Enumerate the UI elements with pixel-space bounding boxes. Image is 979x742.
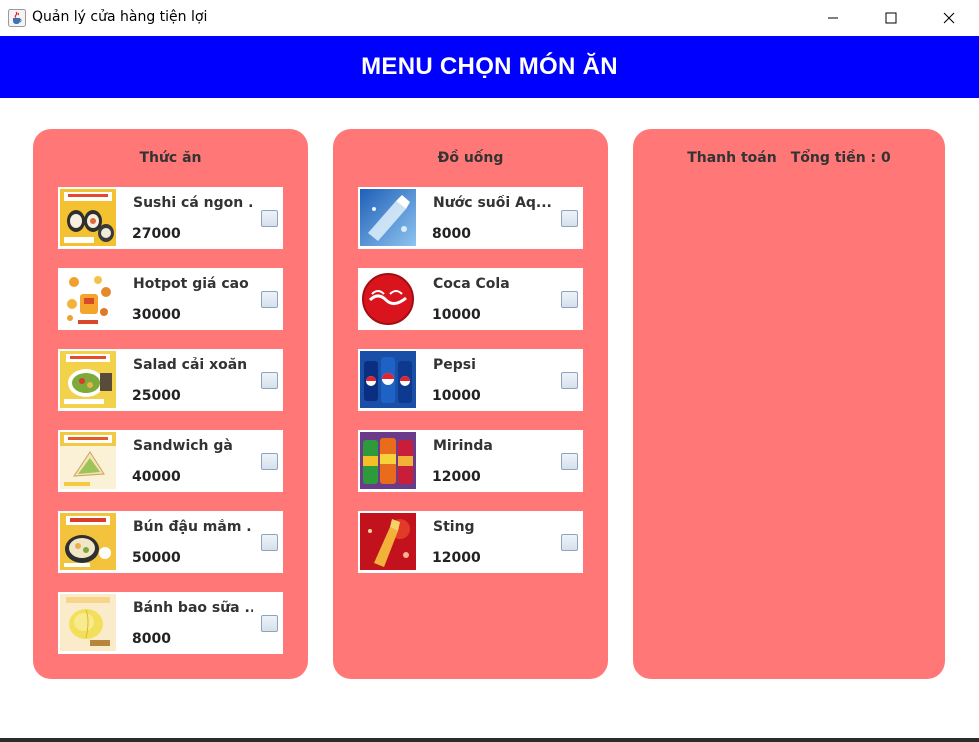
java-cup-icon[interactable] (8, 9, 26, 27)
select-checkbox[interactable] (261, 372, 278, 389)
item-name: Mirinda (433, 438, 493, 454)
banh-bao-image (60, 594, 116, 651)
item-name: Hotpot giá cao (133, 276, 249, 292)
minimize-icon (828, 17, 838, 19)
item-name: Bún đậu mắm ... (133, 519, 253, 535)
select-checkbox[interactable] (261, 615, 278, 632)
item-name: Bánh bao sữa ... (133, 600, 253, 616)
food-item-banh-bao[interactable]: Bánh bao sữa ... 8000 (58, 592, 283, 654)
window-title-bar: Quản lý cửa hàng tiện lợi (0, 0, 979, 36)
item-name: Salad cải xoăn (133, 357, 248, 373)
item-price: 27000 (132, 226, 181, 242)
item-price: 8000 (132, 631, 171, 647)
select-checkbox[interactable] (561, 453, 578, 470)
payment-title: Thanh toán (687, 150, 777, 166)
close-icon (943, 12, 955, 24)
sandwich-image (60, 432, 116, 489)
item-name: Sting (433, 519, 475, 535)
item-name: Pepsi (433, 357, 476, 373)
maximize-button[interactable] (862, 0, 920, 36)
sting-bottle-image (360, 513, 416, 570)
item-price: 12000 (432, 550, 481, 566)
mirinda-cans-image (360, 432, 416, 489)
item-price: 40000 (132, 469, 181, 485)
drink-item-aquafina[interactable]: Nước suối Aq... 8000 (358, 187, 583, 249)
drink-panel: Đồ uống Nước suối Aq... 8000 Coca Cola 1… (333, 129, 608, 679)
maximize-icon (885, 12, 897, 24)
select-checkbox[interactable] (561, 291, 578, 308)
select-checkbox[interactable] (561, 372, 578, 389)
item-price: 10000 (432, 307, 481, 323)
pepsi-cans-image (360, 351, 416, 408)
select-checkbox[interactable] (261, 210, 278, 227)
drink-item-pepsi[interactable]: Pepsi 10000 (358, 349, 583, 411)
item-name: Sushi cá ngon .. (133, 195, 253, 211)
window-bottom-border (0, 738, 979, 742)
item-price: 25000 (132, 388, 181, 404)
food-item-hotpot[interactable]: Hotpot giá cao 30000 (58, 268, 283, 330)
select-checkbox[interactable] (261, 291, 278, 308)
food-panel-title: Thức ăn (139, 150, 202, 166)
item-price: 12000 (432, 469, 481, 485)
food-panel: Thức ăn Sushi cá ngon .. 27000 Hotpot gi… (33, 129, 308, 679)
drink-item-coca-cola[interactable]: Coca Cola 10000 (358, 268, 583, 330)
sushi-image (60, 189, 116, 246)
select-checkbox[interactable] (261, 534, 278, 551)
item-price: 10000 (432, 388, 481, 404)
select-checkbox[interactable] (561, 534, 578, 551)
bun-dau-image (60, 513, 116, 570)
minimize-button[interactable] (804, 0, 862, 36)
payment-header: Thanh toán Tổng tiền : 0 (633, 150, 945, 166)
item-price: 50000 (132, 550, 181, 566)
food-item-sandwich[interactable]: Sandwich gà 40000 (58, 430, 283, 492)
header-banner: MENU CHỌN MÓN ĂN (0, 36, 979, 98)
item-price: 8000 (432, 226, 471, 242)
water-bottle-image (360, 189, 416, 246)
food-item-salad[interactable]: Salad cải xoăn 25000 (58, 349, 283, 411)
coca-cola-logo-image (360, 270, 416, 327)
food-item-sushi[interactable]: Sushi cá ngon .. 27000 (58, 187, 283, 249)
hotpot-image (60, 270, 116, 327)
page-title: MENU CHỌN MÓN ĂN (361, 53, 618, 80)
item-price: 30000 (132, 307, 181, 323)
total-amount-label: Tổng tiền : 0 (790, 150, 891, 166)
window-title: Quản lý cửa hàng tiện lợi (32, 9, 208, 25)
item-name: Nước suối Aq... (433, 195, 552, 211)
salad-image (60, 351, 116, 408)
drink-item-sting[interactable]: Sting 12000 (358, 511, 583, 573)
drink-item-mirinda[interactable]: Mirinda 12000 (358, 430, 583, 492)
food-item-bun-dau[interactable]: Bún đậu mắm ... 50000 (58, 511, 283, 573)
select-checkbox[interactable] (261, 453, 278, 470)
payment-panel: Thanh toán Tổng tiền : 0 (633, 129, 945, 679)
close-button[interactable] (920, 0, 978, 36)
select-checkbox[interactable] (561, 210, 578, 227)
drink-panel-title: Đồ uống (437, 150, 504, 166)
item-name: Coca Cola (433, 276, 510, 292)
item-name: Sandwich gà (133, 438, 233, 454)
